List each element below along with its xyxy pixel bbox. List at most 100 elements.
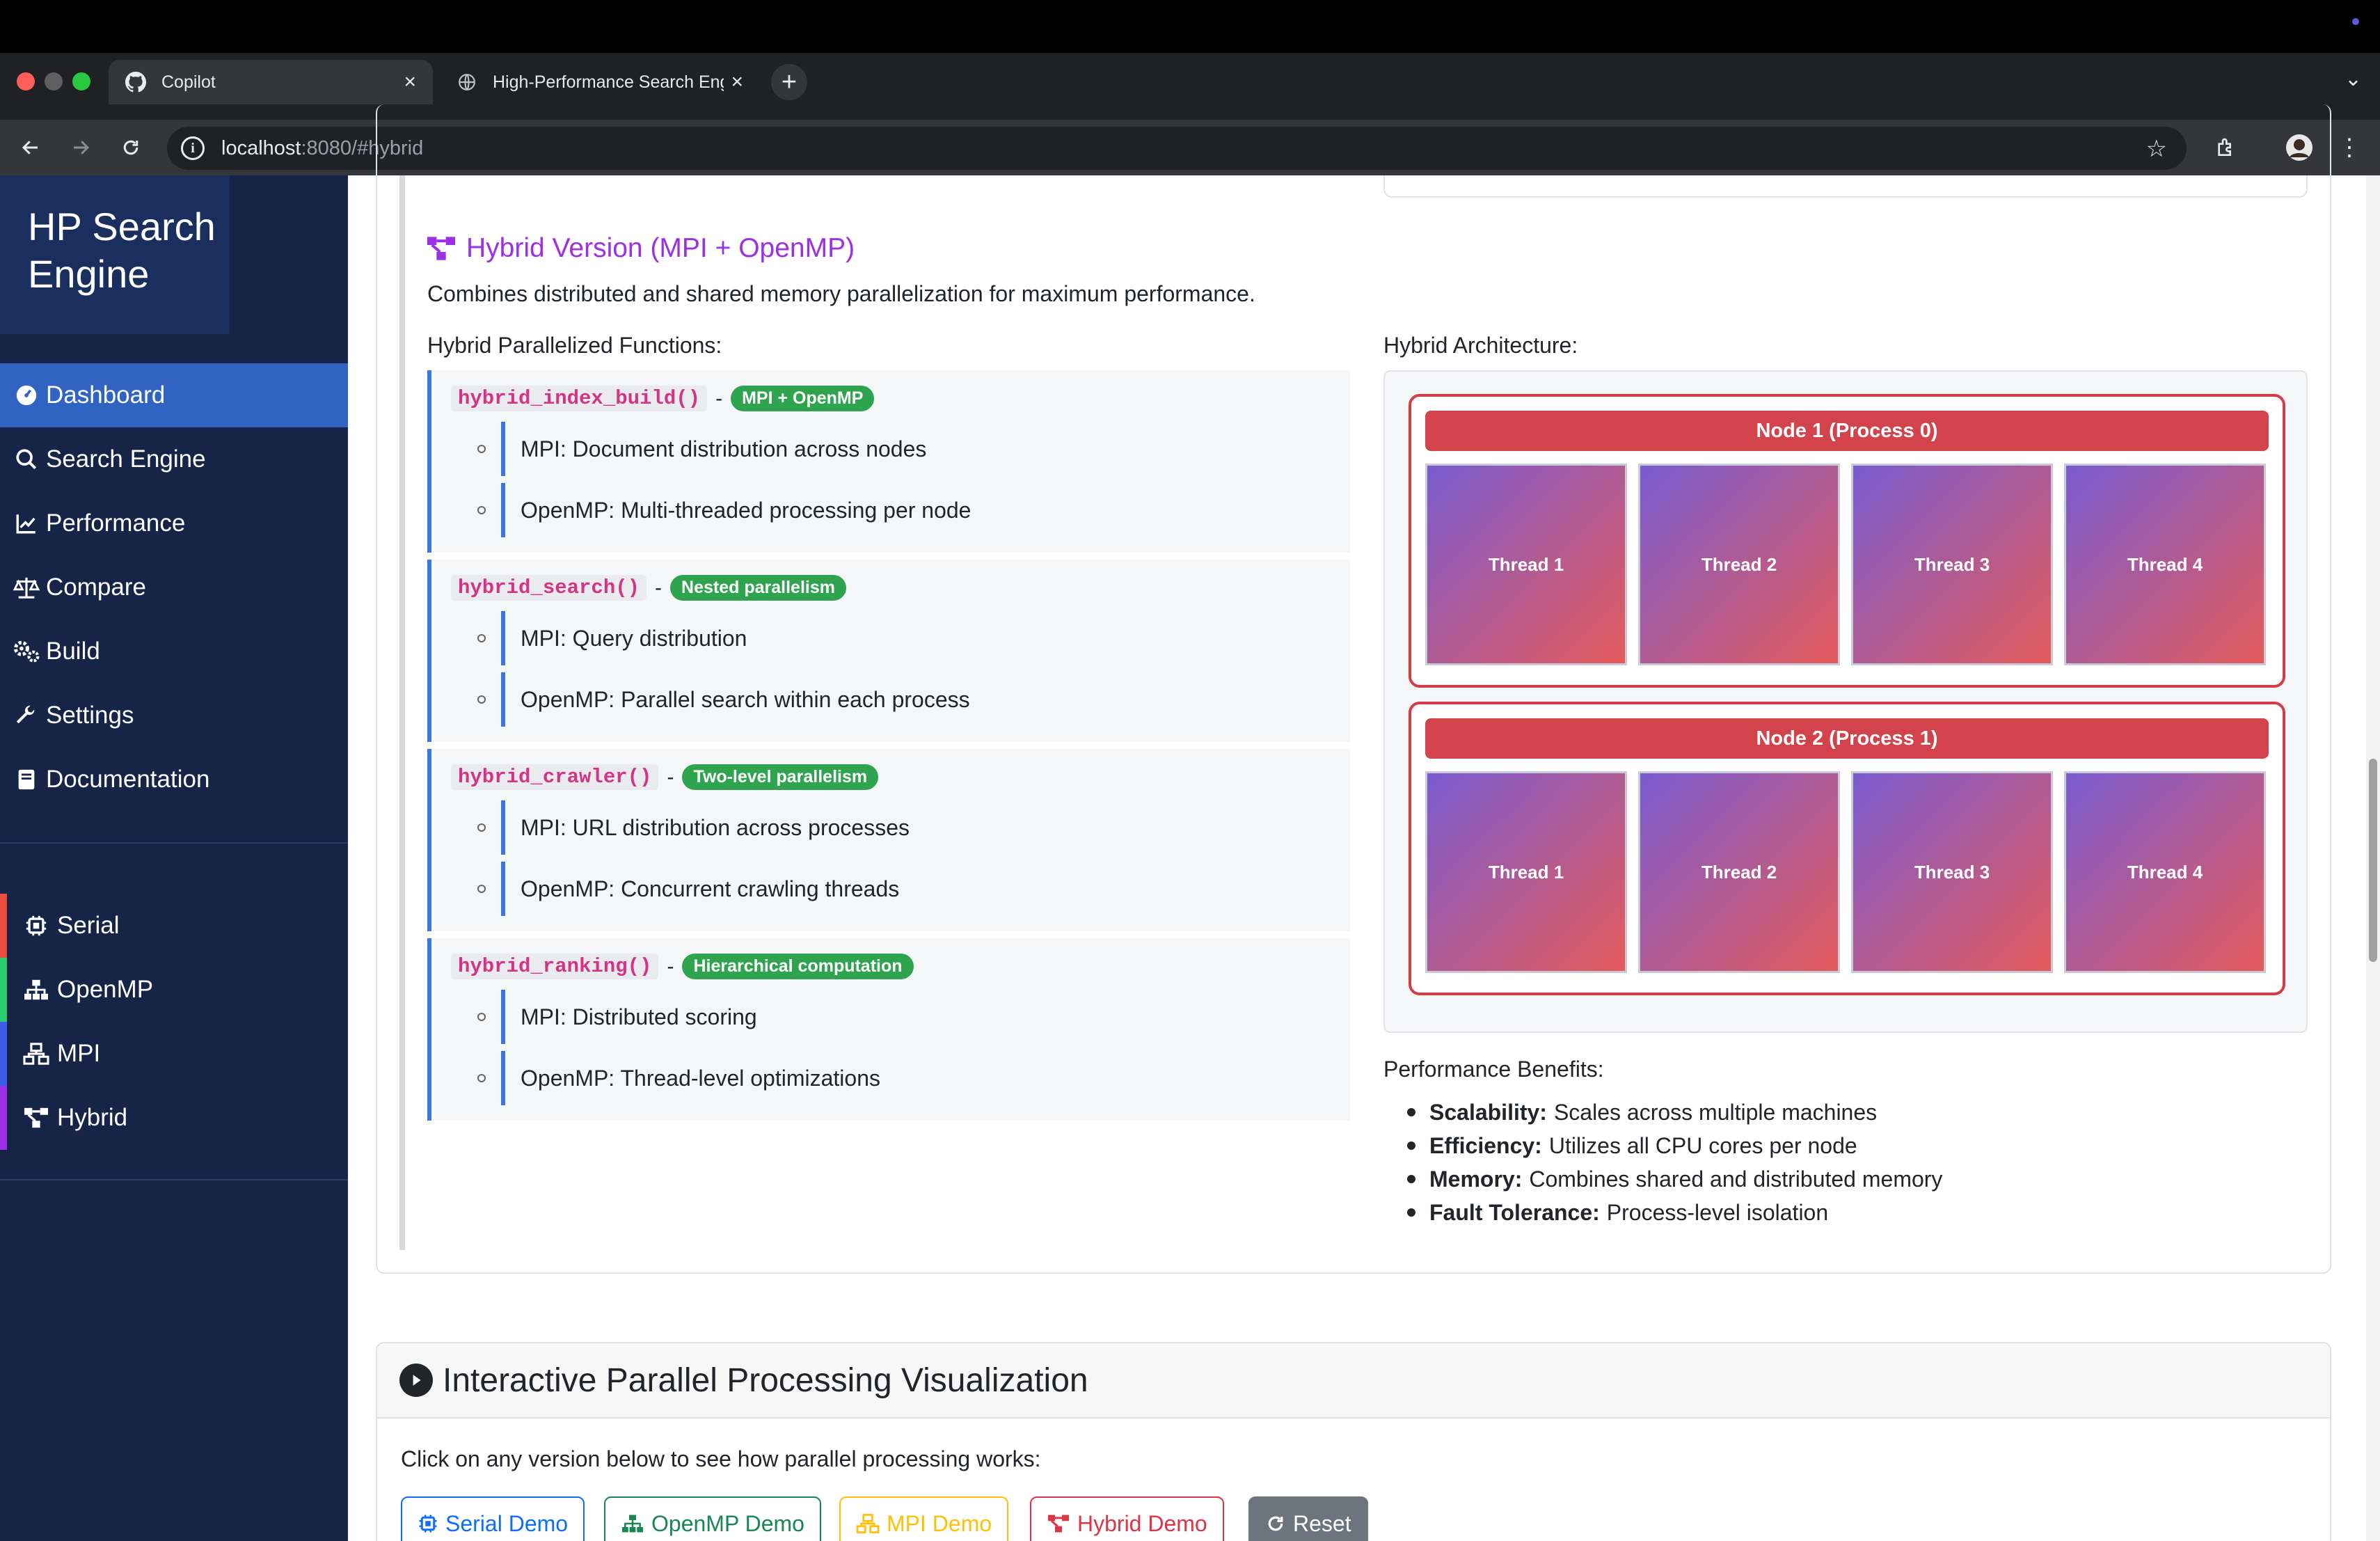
thread-box: Thread 4 <box>2064 464 2266 665</box>
detail-text: MPI: Document distribution across nodes <box>521 436 927 461</box>
sidebar-item-label: Dashboard <box>46 381 166 409</box>
function-block-crawler: hybrid_crawler() - Two-level parallelism… <box>427 749 1350 931</box>
new-tab-button[interactable]: + <box>771 64 807 100</box>
cogs-icon <box>11 640 42 663</box>
benefit-term: Fault Tolerance: <box>1429 1200 1600 1225</box>
visualization-title: Interactive Parallel Processing Visualiz… <box>443 1361 1088 1399</box>
forward-button[interactable] <box>61 128 100 167</box>
sidebar-item-settings[interactable]: Settings <box>0 683 348 748</box>
function-detail: MPI: Document distribution across nodes <box>477 422 926 476</box>
sidebar-item-build[interactable]: Build <box>0 619 348 683</box>
sidebar-item-label: Hybrid <box>57 1104 128 1131</box>
search-icon <box>11 448 42 471</box>
function-detail: OpenMP: Parallel search within each proc… <box>477 672 970 727</box>
architecture-heading: Hybrid Architecture: <box>1383 333 1578 358</box>
function-header: hybrid_index_build() - MPI + OpenMP <box>451 386 875 411</box>
function-detail: MPI: URL distribution across processes <box>477 800 910 855</box>
reload-icon <box>123 140 138 155</box>
maximize-window-button[interactable] <box>72 72 90 90</box>
button-label: Hybrid Demo <box>1077 1510 1207 1536</box>
dashboard-icon <box>11 384 42 407</box>
list-item: Fault Tolerance: Process-level isolation <box>1407 1196 1942 1229</box>
node-title: Node 2 (Process 1) <box>1425 718 2269 759</box>
button-label: MPI Demo <box>887 1510 992 1536</box>
minimize-window-button[interactable] <box>45 72 63 90</box>
benefit-text: Scales across multiple machines <box>1553 1100 1878 1125</box>
serial-demo-button[interactable]: Serial Demo <box>401 1496 585 1541</box>
hybrid-architecture-diagram: Node 1 (Process 0) Thread 1 Thread 2 Thr… <box>1383 370 2308 1033</box>
book-icon <box>11 768 42 791</box>
thread-box: Thread 3 <box>1851 464 2053 665</box>
tab-search-engine[interactable]: High-Performance Search Engine × <box>440 60 760 104</box>
back-button[interactable] <box>11 128 50 167</box>
bullet-icon <box>477 445 486 453</box>
button-label: Reset <box>1293 1510 1351 1536</box>
close-tab-icon[interactable]: × <box>404 70 416 94</box>
hybrid-description: Combines distributed and shared memory p… <box>427 281 1255 306</box>
detail-bar <box>501 611 505 665</box>
function-name: hybrid_ranking() <box>451 954 659 979</box>
thread-box: Thread 1 <box>1425 464 1627 665</box>
visualization-card: Interactive Parallel Processing Visualiz… <box>376 1342 2331 1541</box>
bullet-icon <box>477 506 486 514</box>
detail-bar <box>501 1051 505 1105</box>
browser-menu-button[interactable]: ⋮ <box>2330 128 2369 167</box>
benefit-text: Combines shared and distributed memory <box>1529 1167 1943 1192</box>
close-window-button[interactable] <box>17 72 35 90</box>
detail-text: MPI: Query distribution <box>521 625 747 651</box>
benefits-heading: Performance Benefits: <box>1383 1057 1604 1082</box>
sidebar-item-label: MPI <box>57 1040 101 1067</box>
scrollbar-thumb[interactable] <box>2369 759 2377 962</box>
function-header: hybrid_crawler() - Two-level parallelism <box>451 764 879 790</box>
benefit-term: Memory: <box>1429 1167 1523 1192</box>
sidebar-item-dashboard[interactable]: Dashboard <box>0 363 348 427</box>
reset-button[interactable]: Reset <box>1248 1496 1368 1541</box>
function-block-index-build: hybrid_index_build() - MPI + OpenMP MPI:… <box>427 370 1350 553</box>
function-block-ranking: hybrid_ranking() - Hierarchical computat… <box>427 938 1350 1121</box>
section-left-border <box>399 175 405 1250</box>
function-detail: MPI: Query distribution <box>477 611 747 665</box>
bullet-icon <box>477 885 486 893</box>
globe-icon <box>457 72 477 93</box>
sidebar-item-search-engine[interactable]: Search Engine <box>0 427 348 491</box>
bullet-icon <box>477 1013 486 1021</box>
node-title: Node 1 (Process 0) <box>1425 411 2269 451</box>
tab-search-chevron-icon[interactable]: ⌄ <box>2345 67 2362 91</box>
sidebar-version-hybrid[interactable]: Hybrid <box>0 1086 348 1150</box>
tab-copilot[interactable]: Copilot × <box>109 60 433 104</box>
sidebar-divider <box>0 842 348 844</box>
reload-button[interactable] <box>111 128 150 167</box>
function-header: hybrid_ranking() - Hierarchical computat… <box>451 954 914 979</box>
sidebar-version-openmp[interactable]: OpenMP <box>0 958 348 1022</box>
tab-title: Copilot <box>161 72 216 92</box>
bullet-icon <box>477 695 486 704</box>
page-scrollbar[interactable] <box>2366 175 2380 1541</box>
arrow-right-icon <box>74 141 90 155</box>
sidebar-item-performance[interactable]: Performance <box>0 491 348 555</box>
function-detail: OpenMP: Thread-level optimizations <box>477 1051 880 1105</box>
openmp-demo-button[interactable]: OpenMP Demo <box>604 1496 821 1541</box>
mpi-demo-button[interactable]: MPI Demo <box>839 1496 1009 1541</box>
sidebar-item-label: Settings <box>46 702 134 729</box>
detail-text: OpenMP: Thread-level optimizations <box>521 1065 880 1091</box>
detail-bar <box>501 422 505 476</box>
sidebar-version-serial[interactable]: Serial <box>0 894 348 958</box>
separator: - <box>655 576 663 599</box>
site-info-icon[interactable]: i <box>181 136 205 160</box>
arrow-left-icon <box>22 141 38 155</box>
thread-box: Thread 4 <box>2064 771 2266 973</box>
tab-title: High-Performance Search Engine <box>493 72 724 92</box>
hybrid-section-title: Hybrid Version (MPI + OpenMP) <box>426 233 855 264</box>
hybrid-demo-button[interactable]: Hybrid Demo <box>1030 1496 1224 1541</box>
sidebar-item-documentation[interactable]: Documentation <box>0 748 348 812</box>
function-badge: Nested parallelism <box>670 575 846 601</box>
network-icon <box>21 1042 51 1066</box>
close-tab-icon[interactable]: × <box>731 70 743 94</box>
sidebar-version-mpi[interactable]: MPI <box>0 1022 348 1086</box>
sidebar-item-compare[interactable]: Compare <box>0 555 348 619</box>
benefits-list: Scalability: Scales across multiple machi… <box>1407 1096 1942 1229</box>
list-item: Memory: Combines shared and distributed m… <box>1407 1162 1942 1196</box>
play-circle-icon <box>399 1364 433 1397</box>
project-diagram-icon <box>1047 1513 1070 1534</box>
button-label: OpenMP Demo <box>651 1510 804 1536</box>
